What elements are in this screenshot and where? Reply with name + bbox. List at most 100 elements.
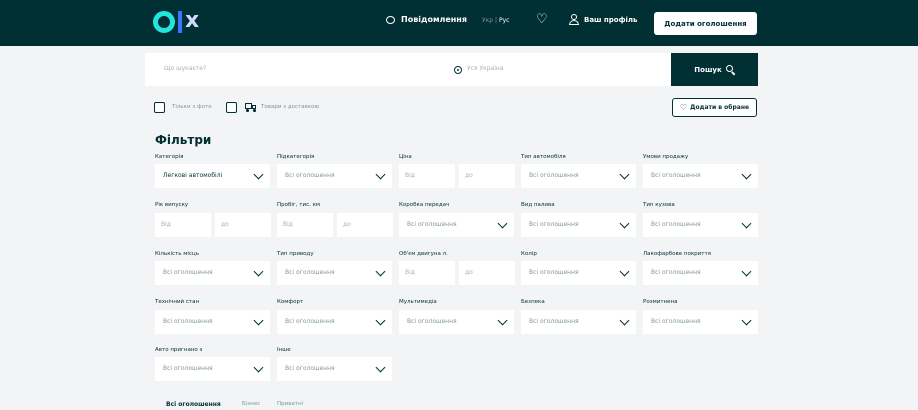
chevron-down-icon (375, 266, 386, 277)
price-from-input[interactable]: Від (399, 164, 455, 188)
profile-label: Ваш профіль (584, 15, 638, 24)
body-type-value: Всі оголошення (651, 221, 701, 228)
lang-rus[interactable]: Рус (499, 17, 509, 24)
olx-logo[interactable]: x (153, 10, 199, 34)
search-button[interactable]: Пошук (671, 53, 758, 86)
car-type-label: Тип автомобіля (521, 154, 566, 160)
add-favorite-button[interactable]: ♡ Додати в обране (672, 98, 757, 117)
person-icon (569, 14, 579, 25)
subcategory-select[interactable]: Всі оголошення (277, 164, 392, 188)
seats-value: Всі оголошення (163, 269, 213, 276)
search-icon (725, 65, 735, 74)
fuel-select[interactable]: Всі оголошення (521, 213, 636, 237)
photo-only-checkbox[interactable] (154, 102, 165, 113)
logo-o-shape (153, 11, 175, 33)
safety-value: Всі оголошення (529, 318, 579, 325)
mileage-from-input[interactable]: Від (277, 213, 333, 237)
engine-to-input[interactable]: до (459, 261, 515, 285)
seats-select[interactable]: Всі оголошення (155, 261, 270, 285)
add-favorite-label: Додати в обране (690, 104, 750, 111)
safety-select[interactable]: Всі оголошення (521, 310, 636, 334)
drive-label: Тип приводу (277, 251, 314, 257)
lang-separator: | (495, 17, 498, 24)
year-to-input[interactable]: до (215, 213, 271, 237)
search-button-label: Пошук (694, 65, 722, 74)
heart-icon[interactable]: ♡ (536, 12, 548, 27)
chat-icon (386, 15, 395, 24)
price-label: Ціна (399, 154, 412, 160)
language-switcher: Укр | Рус (482, 17, 509, 24)
price-to-placeholder: до (465, 172, 473, 179)
heart-icon: ♡ (679, 103, 688, 112)
search-input[interactable]: Що шукаєте? (164, 65, 206, 72)
comfort-label: Комфорт (277, 299, 304, 305)
mileage-to-input[interactable]: до (337, 213, 393, 237)
paint-select[interactable]: Всі оголошення (643, 261, 758, 285)
multimedia-value: Всі оголошення (407, 318, 457, 325)
chevron-down-icon (497, 315, 508, 326)
tab-business[interactable]: Бізнес (242, 401, 260, 407)
chevron-down-icon (253, 169, 264, 180)
other-label: Інше (277, 347, 291, 353)
engine-label: Об'єм двигуна л. (399, 251, 448, 257)
chevron-down-icon (741, 315, 752, 326)
chevron-down-icon (253, 266, 264, 277)
body-type-label: Тип кузова (643, 202, 675, 208)
year-from-placeholder: Від (161, 221, 171, 228)
body-type-select[interactable]: Всі оголошення (643, 213, 758, 237)
sale-terms-label: Умови продажу (643, 154, 689, 160)
price-from-placeholder: Від (405, 172, 415, 179)
paint-label: Лакофарбове покриття (643, 251, 711, 257)
messages-label: Повідомлення (401, 15, 467, 24)
customs-select[interactable]: Всі оголошення (643, 310, 758, 334)
origin-select[interactable]: Всі оголошення (155, 357, 270, 381)
engine-from-input[interactable]: Від (399, 261, 455, 285)
chevron-down-icon (619, 266, 630, 277)
logo-bar-shape (178, 11, 182, 33)
profile-link[interactable]: Ваш профіль (569, 14, 637, 25)
other-select[interactable]: Всі оголошення (277, 357, 392, 381)
chevron-down-icon (375, 362, 386, 373)
add-ad-button[interactable]: Додати оголошення (654, 12, 757, 35)
year-to-placeholder: до (221, 221, 229, 228)
color-label: Колір (521, 251, 537, 257)
year-from-input[interactable]: Від (155, 213, 211, 237)
fuel-value: Всі оголошення (529, 221, 579, 228)
comfort-value: Всі оголошення (285, 318, 335, 325)
gearbox-select[interactable]: Всі оголошення (399, 213, 514, 237)
chevron-down-icon (497, 218, 508, 229)
tab-all[interactable]: Всі оголошення (166, 401, 221, 408)
multimedia-label: Мультимедіа (399, 299, 437, 305)
subcategory-label: Підкатегорія (277, 154, 315, 160)
location-pin-icon (454, 66, 462, 74)
origin-value: Всі оголошення (163, 365, 213, 372)
comfort-select[interactable]: Всі оголошення (277, 310, 392, 334)
drive-select[interactable]: Всі оголошення (277, 261, 392, 285)
chevron-down-icon (253, 362, 264, 373)
color-select[interactable]: Всі оголошення (521, 261, 636, 285)
chevron-down-icon (375, 315, 386, 326)
price-to-input[interactable]: до (459, 164, 515, 188)
tab-private[interactable]: Приватні (277, 401, 303, 407)
location-input[interactable]: Уся Україна (467, 65, 504, 72)
chevron-down-icon (741, 266, 752, 277)
chevron-down-icon (619, 218, 630, 229)
car-type-value: Всі оголошення (529, 172, 579, 179)
sale-terms-select[interactable]: Всі оголошення (643, 164, 758, 188)
origin-label: Авто пригнано з (155, 347, 203, 353)
gearbox-value: Всі оголошення (407, 221, 457, 228)
paint-value: Всі оголошення (651, 269, 701, 276)
lang-ukr[interactable]: Укр (482, 17, 493, 24)
fuel-label: Вид палива (521, 202, 555, 208)
engine-to-placeholder: до (465, 269, 473, 276)
car-type-select[interactable]: Всі оголошення (521, 164, 636, 188)
multimedia-select[interactable]: Всі оголошення (399, 310, 514, 334)
messages-link[interactable]: Повідомлення (386, 15, 467, 24)
seats-label: Кількість місць (155, 251, 199, 257)
condition-select[interactable]: Всі оголошення (155, 310, 270, 334)
photo-only-label: Тільки з фото (172, 104, 212, 110)
category-select[interactable]: Легкові автомобілі (155, 164, 270, 188)
chevron-down-icon (375, 169, 386, 180)
delivery-checkbox[interactable] (226, 102, 237, 113)
safety-label: Безпека (521, 299, 545, 305)
